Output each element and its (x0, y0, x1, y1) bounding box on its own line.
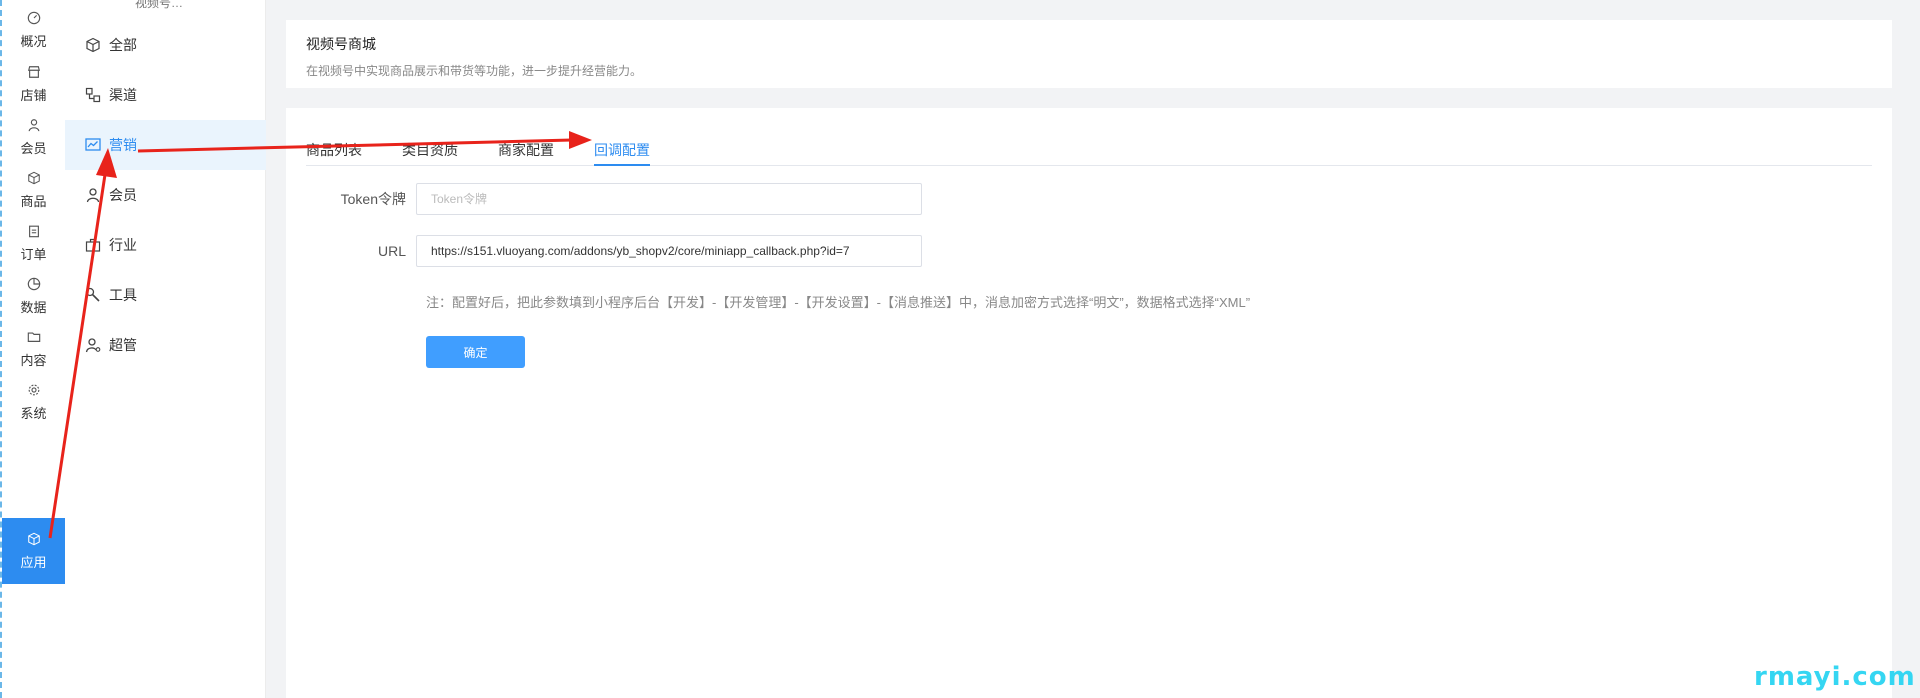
box-icon (27, 171, 40, 184)
channel-icon (85, 87, 101, 103)
rail-item-content[interactable]: 内容 (2, 319, 65, 379)
dashboard-icon (27, 11, 40, 24)
rail-item-label: 内容 (20, 352, 47, 368)
rail-item-label: 店铺 (20, 87, 47, 103)
rail-item-member[interactable]: 会员 (2, 107, 65, 167)
sidebar-item-all[interactable]: 全部 (65, 20, 266, 70)
tab-category-qualification[interactable]: 类目资质 (402, 140, 458, 166)
sidebar-item-member[interactable]: 会员 (65, 170, 266, 220)
clipboard-icon (28, 225, 39, 237)
sidebar-item-label: 行业 (109, 237, 137, 253)
sidebar-item-label: 全部 (109, 37, 137, 53)
sidebar-item-industry[interactable]: 行业 (65, 220, 266, 270)
rail-item-label: 系统 (20, 405, 47, 421)
folder-icon (27, 331, 40, 342)
rail-item-apps[interactable]: 应用 (2, 518, 65, 584)
sidebar-item-tools[interactable]: 工具 (65, 270, 266, 320)
rail-item-overview[interactable]: 概况 (2, 0, 65, 60)
rail-item-label: 概况 (20, 33, 47, 49)
confirm-button[interactable]: 确定 (426, 336, 525, 368)
config-note: 注：配置好后，把此参数填到小程序后台【开发】-【开发管理】-【开发设置】-【消息… (426, 295, 1251, 310)
tab-product-list[interactable]: 商品列表 (306, 140, 362, 166)
tab-merchant-config[interactable]: 商家配置 (498, 140, 554, 166)
tab-callback-config[interactable]: 回调配置 (594, 140, 650, 166)
cube-icon (27, 532, 40, 545)
token-row: Token令牌 (286, 183, 922, 215)
store-icon (27, 65, 40, 78)
admin-icon (85, 338, 101, 353)
url-row: URL (286, 235, 922, 267)
rail-item-label: 商品 (20, 193, 47, 209)
gear-icon (28, 384, 39, 395)
rail-item-label: 应用 (20, 554, 47, 570)
content-card: 商品列表 类目资质 商家配置 回调配置 Token令牌 URL 注：配置好后，把… (286, 108, 1892, 698)
cube-icon (86, 37, 100, 53)
sidebar-app-title: 视频号… (135, 0, 184, 10)
sidebar-item-label: 会员 (109, 187, 137, 203)
user-icon (86, 188, 100, 203)
wrench-icon (85, 287, 100, 302)
user-icon (28, 118, 39, 131)
tab-bar: 商品列表 类目资质 商家配置 回调配置 (306, 136, 1872, 166)
page-description: 在视频号中实现商品展示和带货等功能，进一步提升经营能力。 (306, 64, 643, 78)
rail-item-label: 会员 (20, 140, 47, 156)
watermark: rmayi.com (1754, 662, 1916, 692)
rail-item-label: 数据 (20, 299, 47, 315)
sidebar-item-label: 营销 (109, 137, 137, 153)
url-input[interactable] (416, 235, 922, 267)
page-header-card: 视频号商城 在视频号中实现商品展示和带货等功能，进一步提升经营能力。 (286, 20, 1892, 88)
rail-item-goods[interactable]: 商品 (2, 160, 65, 220)
trend-chart-icon (85, 138, 101, 151)
pie-chart-icon (27, 277, 40, 290)
rail-item-store[interactable]: 店铺 (2, 54, 65, 114)
token-label: Token令牌 (340, 191, 406, 207)
sidebar-item-super-admin[interactable]: 超管 (65, 320, 266, 370)
sidebar-item-label: 超管 (109, 337, 137, 353)
page-title: 视频号商城 (306, 36, 376, 52)
briefcase-icon (85, 238, 101, 252)
rail-item-system[interactable]: 系统 (2, 372, 65, 432)
url-label: URL (377, 243, 406, 259)
sidebar-item-marketing[interactable]: 营销 (65, 120, 266, 170)
secondary-sidebar: 视频号… 全部 渠道 营销 会员 行业 工具 超管 (65, 0, 266, 698)
rail-item-orders[interactable]: 订单 (2, 213, 65, 273)
sidebar-item-label: 渠道 (109, 87, 137, 103)
main-nav-rail: 概况 店铺 会员 商品 订单 数据 内容 系统 应用 (0, 0, 65, 698)
sidebar-item-label: 工具 (109, 287, 137, 303)
rail-item-data[interactable]: 数据 (2, 266, 65, 326)
sidebar-item-channel[interactable]: 渠道 (65, 70, 266, 120)
rail-item-label: 订单 (20, 246, 47, 262)
token-input[interactable] (416, 183, 922, 215)
